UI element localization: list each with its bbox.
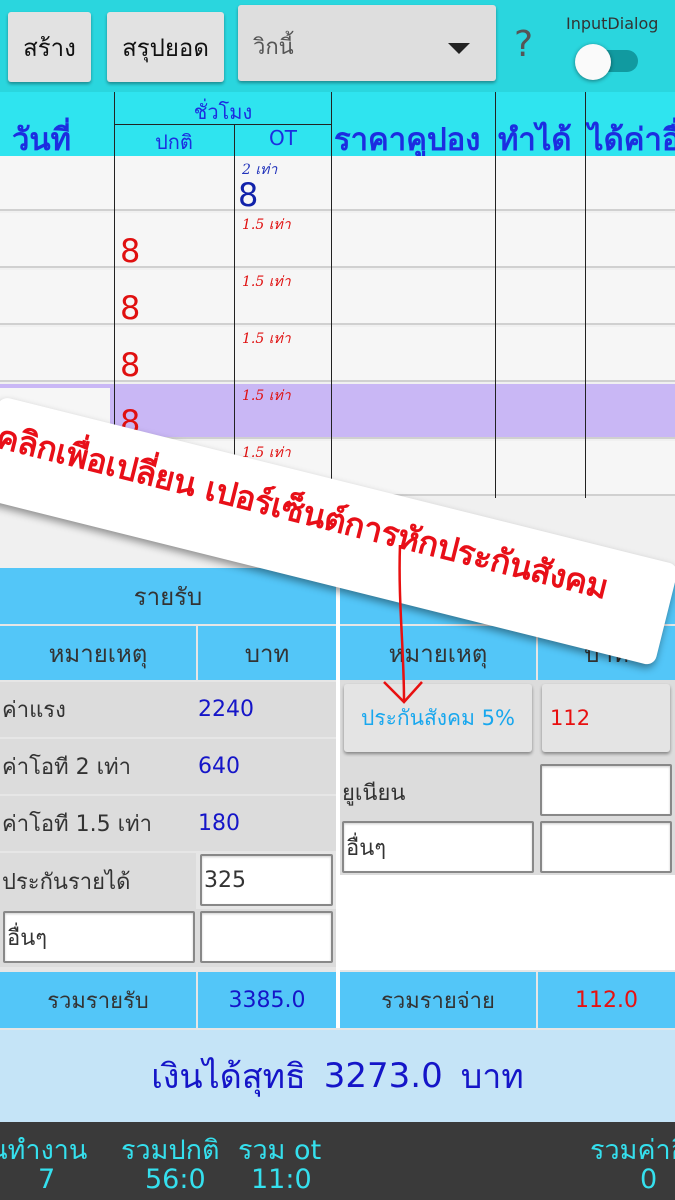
input-dialog-label: InputDialog <box>566 14 659 33</box>
union-label: ยูเนียน <box>342 780 406 806</box>
footer-normal-value: 56:0 <box>145 1164 206 1195</box>
social-security-button[interactable]: ประกันสังคม 5% <box>344 684 532 752</box>
input-dialog-switch[interactable] <box>575 44 611 80</box>
toolbar: สร้าง สรุปยอด วิกนี้ ? InputDialog <box>0 0 675 92</box>
footer-other-value: 0 <box>640 1164 658 1195</box>
header-ot: OT <box>269 126 297 150</box>
expense-total-value: 112.0 <box>538 972 675 1028</box>
income-title: รายรับ <box>0 568 336 624</box>
footer-days-value: 7 <box>38 1164 56 1195</box>
expense-other-input[interactable]: อื่นๆ <box>342 821 534 873</box>
summary-button[interactable]: สรุปยอด <box>107 12 224 82</box>
divider <box>495 156 496 498</box>
expense-other-value-input[interactable] <box>540 821 672 873</box>
union-value-input[interactable] <box>540 764 672 816</box>
income-insurance-label: ประกันรายได้ <box>0 853 196 909</box>
header-normal: ปกติ <box>155 130 193 154</box>
expense-total-label: รวมรายจ่าย <box>340 972 536 1028</box>
help-icon[interactable]: ? <box>514 24 533 65</box>
divider <box>114 124 332 125</box>
divider <box>234 124 235 156</box>
normal-hours: 8 <box>120 346 141 384</box>
footer-totals: วันทำงาน รวมปกติ รวม ot รวมค่าอื่ 7 56:0… <box>0 1122 675 1200</box>
header-wage: ได้ค่าอื่ <box>588 122 675 156</box>
dropdown-arrow-icon <box>448 43 470 54</box>
week-spinner-value: วิกนี้ <box>253 35 294 60</box>
income-total-value: 3385.0 <box>198 972 336 1028</box>
social-security-value[interactable]: 112 <box>542 684 670 752</box>
divider <box>234 156 235 498</box>
header-coupon-price: ราคาคูปอง <box>334 122 481 156</box>
income-note-header: หมายเหตุ <box>0 626 196 680</box>
ot15-value: 180 <box>196 796 336 851</box>
ot15-label: ค่าโอที 1.5 เท่า <box>0 796 196 851</box>
divider <box>331 156 332 498</box>
income-baht-header: บาท <box>198 626 336 680</box>
header-date: วันที่ <box>12 122 72 156</box>
ot-multiplier: 1.5 เท่า <box>242 274 291 290</box>
table-header: วันที่ ชั่วโมง ปกติ OT ราคาคูปอง ทำได้ ไ… <box>0 92 675 156</box>
footer-ot-value: 11:0 <box>251 1164 312 1195</box>
expense-empty-area <box>340 875 675 970</box>
table-row[interactable]: 1.5 เท่า 8 <box>0 327 675 384</box>
wage-value: 2240 <box>196 682 336 737</box>
table-row[interactable]: 2 เท่า 8 <box>0 156 675 214</box>
normal-hours: 8 <box>120 232 141 270</box>
ot2-value: 640 <box>196 739 336 794</box>
divider <box>585 92 586 156</box>
week-spinner[interactable]: วิกนี้ <box>238 5 496 81</box>
ot-multiplier: 1.5 เท่า <box>242 217 291 233</box>
net-income-value: 3273.0 <box>323 1056 443 1096</box>
net-income-label: เงินได้สุทธิ <box>151 1057 306 1097</box>
income-other-value-input[interactable] <box>200 911 333 963</box>
create-button[interactable]: สร้าง <box>8 12 91 82</box>
table-row[interactable]: 1.5 เท่า 8 <box>0 213 675 270</box>
ot-multiplier: 1.5 เท่า <box>242 331 291 347</box>
footer-other-label: รวมค่าอื่ <box>590 1135 675 1166</box>
divider <box>495 92 496 156</box>
net-income-bar: เงินได้สุทธิ 3273.0 บาท <box>0 1030 675 1122</box>
expense-note-header: หมายเหตุ <box>340 626 536 680</box>
table-row[interactable]: 1.5 เท่า 8 <box>0 270 675 327</box>
net-income-unit: บาท <box>460 1057 524 1097</box>
normal-hours: 8 <box>120 289 141 327</box>
income-total-label: รวมรายรับ <box>0 972 196 1028</box>
ot2-label: ค่าโอที 2 เท่า <box>0 739 196 794</box>
wage-label: ค่าแรง <box>0 682 196 737</box>
income-other-input[interactable]: อื่นๆ <box>3 911 195 963</box>
ot-multiplier: 1.5 เท่า <box>242 388 291 404</box>
income-insurance-input[interactable]: 325 <box>200 854 333 906</box>
divider <box>585 156 586 498</box>
header-earned: ทำได้ <box>498 122 572 156</box>
ot-hours: 8 <box>238 176 259 214</box>
